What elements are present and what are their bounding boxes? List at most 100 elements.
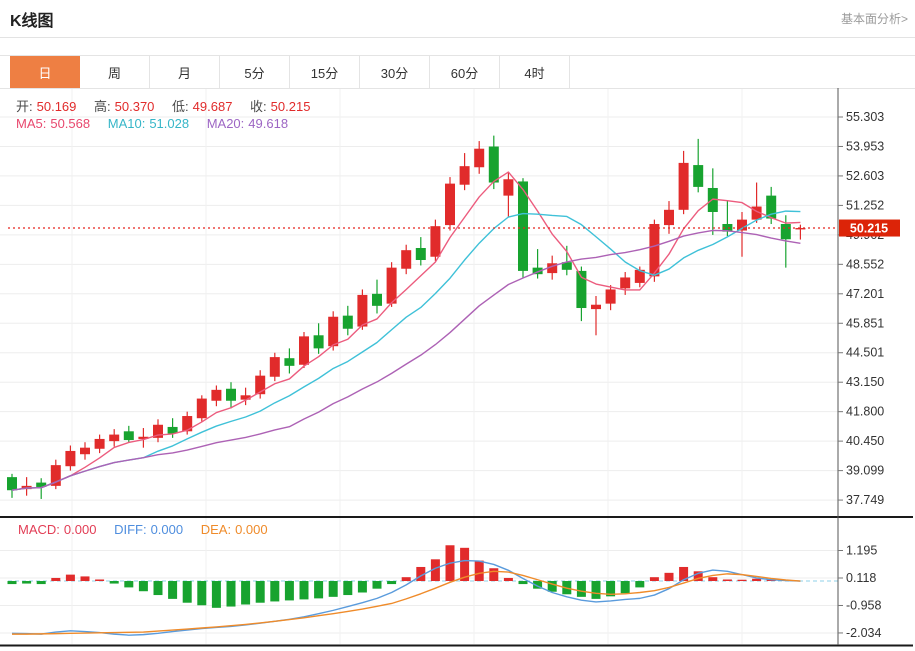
candle-body: [357, 295, 367, 327]
macd-bar: [37, 581, 46, 584]
high-label: 高:: [94, 99, 111, 114]
ma5-line: [12, 172, 800, 490]
open-value: 50.169: [37, 99, 77, 114]
high-value: 50.370: [115, 99, 155, 114]
macd-bar: [66, 575, 75, 581]
candle-body: [430, 226, 440, 257]
ma20-label: MA20:: [207, 116, 245, 131]
macd-bar: [22, 581, 31, 584]
macd-bar: [373, 581, 382, 589]
candle-body: [606, 289, 616, 303]
macd-bar: [621, 581, 630, 593]
axis-labels: 55.30353.95352.60351.25249.90248.55247.2…: [838, 110, 884, 640]
axis-tick-label: 52.603: [846, 169, 884, 183]
macd-histogram: [8, 545, 791, 608]
macd-label: MACD:: [18, 522, 60, 537]
candle-body: [343, 316, 353, 329]
macd-bar: [738, 580, 747, 581]
axis-tick-label: 47.201: [846, 287, 884, 301]
kline-page: { "header": { "title": "K线图", "link": "基…: [0, 0, 915, 651]
macd-row: MACD:0.000 DIFF:0.000 DEA:0.000: [18, 522, 272, 537]
candle-body: [416, 248, 426, 260]
axis-tick-label: 48.552: [846, 257, 884, 271]
axis-tick-label: 0.118: [846, 571, 876, 585]
macd-bar: [489, 568, 498, 581]
candle-body: [620, 277, 630, 288]
dea-label: DEA:: [201, 522, 231, 537]
candle-body: [401, 250, 411, 269]
candle-body: [124, 431, 134, 440]
candle-body: [591, 305, 601, 309]
macd-bar: [358, 581, 367, 592]
ma10-label: MA10:: [108, 116, 146, 131]
current-price-badge-text: 50.215: [850, 222, 888, 236]
macd-bar: [592, 581, 601, 599]
candle-body: [474, 149, 484, 168]
candle-body: [387, 268, 397, 304]
axis-tick-label: 53.953: [846, 139, 884, 153]
macd-bar: [139, 581, 148, 591]
axis-tick-label: 55.303: [846, 110, 884, 124]
close-label: 收:: [250, 99, 267, 114]
macd-bar: [227, 581, 236, 607]
macd-bar: [387, 581, 396, 584]
macd-bar: [95, 579, 104, 581]
candle-body: [314, 335, 324, 348]
axis-tick-label: 39.099: [846, 464, 884, 478]
macd-bar: [154, 581, 163, 595]
ma10-value: 51.028: [149, 116, 189, 131]
axis-tick-label: 1.195: [846, 544, 877, 558]
close-value: 50.215: [271, 99, 311, 114]
candle-body: [503, 179, 513, 195]
candle-body: [328, 317, 338, 346]
macd-bar: [256, 581, 265, 603]
open-label: 开:: [16, 99, 33, 114]
macd-bar: [329, 581, 338, 597]
candle-body: [65, 451, 75, 466]
candle-body: [95, 439, 105, 449]
macd-bar: [475, 561, 484, 581]
candle-body: [693, 165, 703, 187]
macd-bar: [635, 581, 644, 587]
candle-body: [299, 336, 309, 364]
macd-bar: [183, 581, 192, 603]
axis-tick-label: 40.450: [846, 434, 884, 448]
macd-bar: [81, 576, 90, 581]
candle-body: [211, 390, 221, 401]
candle-body: [197, 399, 207, 419]
low-value: 49.687: [193, 99, 233, 114]
macd-bar: [212, 581, 221, 608]
ma5-value: 50.568: [50, 116, 90, 131]
ohlc-row: 开:50.169 高:50.370 低:49.687 收:50.215: [16, 96, 314, 115]
macd-value: 0.000: [64, 522, 97, 537]
candle-body: [664, 210, 674, 225]
axis-tick-label: -0.958: [846, 598, 881, 612]
candle-body: [445, 184, 455, 225]
candle-body: [372, 294, 382, 306]
macd-bar: [343, 581, 352, 595]
macd-bar: [402, 577, 411, 581]
candle-body: [489, 147, 499, 183]
macd-bar: [752, 579, 761, 581]
candle-body: [109, 435, 119, 442]
axis-tick-label: 37.749: [846, 493, 884, 507]
macd-bar: [577, 581, 586, 597]
axis-tick-label: 51.252: [846, 198, 884, 212]
diff-value: 0.000: [151, 522, 184, 537]
macd-bar: [504, 578, 513, 581]
diff-label: DIFF:: [114, 522, 147, 537]
candle-body: [284, 358, 294, 366]
macd-bar: [723, 579, 732, 581]
macd-bar: [708, 577, 717, 581]
macd-bar: [300, 581, 309, 599]
axis-tick-label: 43.150: [846, 375, 884, 389]
macd-bar: [8, 581, 17, 584]
candle-body: [781, 224, 791, 239]
macd-bar: [519, 581, 528, 584]
axis-tick-label: 44.501: [846, 346, 884, 360]
macd-bar: [124, 581, 133, 587]
candle-body: [7, 477, 17, 490]
macd-bar: [197, 581, 206, 605]
axis-tick-label: 41.800: [846, 405, 884, 419]
macd-bar: [285, 581, 294, 600]
